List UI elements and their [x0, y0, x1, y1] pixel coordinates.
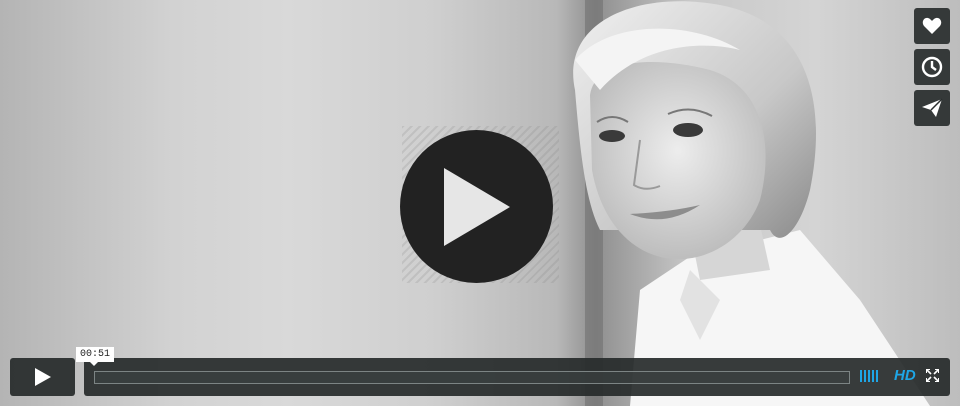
fullscreen-button[interactable] — [925, 368, 940, 387]
fullscreen-icon — [925, 368, 940, 383]
volume-bar — [868, 370, 870, 382]
share-button[interactable] — [914, 90, 950, 126]
time-tooltip: 00:51 — [76, 347, 115, 366]
volume-bar — [872, 370, 874, 382]
play-icon — [443, 167, 510, 246]
like-button[interactable] — [914, 8, 950, 44]
hd-toggle[interactable]: HD — [894, 367, 916, 384]
paper-plane-icon — [922, 98, 943, 117]
volume-bar — [876, 370, 878, 382]
clock-icon — [921, 56, 943, 78]
side-actions — [914, 8, 950, 126]
play-button[interactable] — [10, 358, 75, 396]
big-play-button[interactable] — [400, 130, 553, 283]
heart-icon — [922, 17, 942, 34]
volume-bar — [864, 370, 866, 382]
play-icon — [34, 368, 51, 386]
progress-bar[interactable] — [94, 371, 850, 384]
video-player[interactable]: HD 00:51 — [0, 0, 960, 406]
watch-later-button[interactable] — [914, 49, 950, 85]
timeline-bar: HD — [84, 358, 950, 396]
control-bar: HD 00:51 — [10, 347, 950, 396]
volume-control[interactable] — [860, 370, 878, 382]
volume-bar — [860, 370, 862, 382]
